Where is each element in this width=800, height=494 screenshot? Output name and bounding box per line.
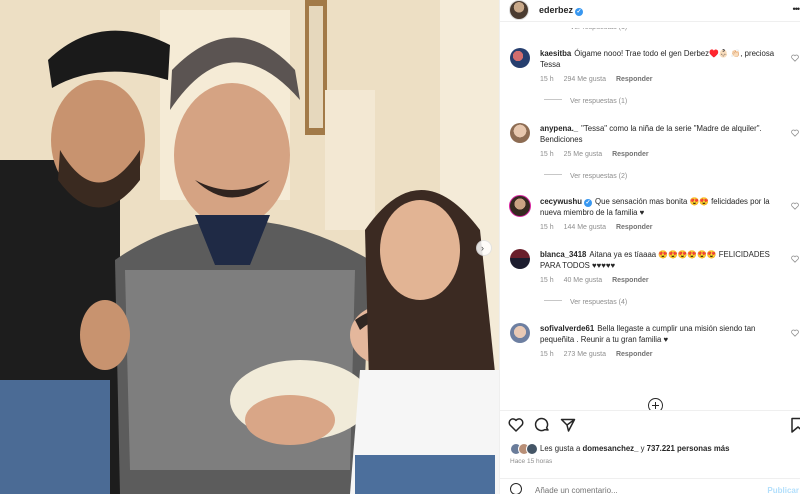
- author-avatar[interactable]: [509, 0, 529, 20]
- avatar[interactable]: [510, 323, 530, 343]
- share-icon[interactable]: [560, 417, 576, 433]
- more-icon[interactable]: •••: [793, 4, 800, 14]
- avatar[interactable]: [510, 249, 530, 269]
- verified-icon: ✓: [584, 199, 593, 207]
- reply-button[interactable]: Responder: [616, 224, 653, 231]
- comment-likes[interactable]: 273 Me gusta: [564, 351, 606, 358]
- family-photo-illustration: [0, 0, 499, 494]
- post-comment-button[interactable]: Publicar: [767, 486, 799, 494]
- liker-avatar: [526, 443, 538, 455]
- comment-likes[interactable]: 144 Me gusta: [564, 224, 606, 231]
- add-icon[interactable]: [648, 398, 663, 410]
- view-replies-link[interactable]: Ver respuestas (2): [544, 173, 627, 180]
- comment-likes[interactable]: 25 Me gusta: [564, 151, 603, 158]
- comment-username[interactable]: anypena._: [540, 124, 578, 133]
- view-replies-link[interactable]: Ver respuestas (1): [544, 98, 627, 105]
- reply-button[interactable]: Responder: [616, 76, 653, 83]
- likes-summary[interactable]: Les gusta a domesanchez_ y 737.221 perso…: [508, 440, 798, 458]
- avatar[interactable]: [509, 195, 531, 217]
- likes-prefix: Les gusta a: [540, 444, 581, 453]
- post-side-panel: ederbez ✓ ••• Ver respuestas (1) kaesitba…: [499, 0, 800, 494]
- likes-count[interactable]: 737.221 personas más: [647, 444, 730, 453]
- chevron-right-icon: ›: [481, 243, 484, 253]
- like-comment-icon[interactable]: [791, 255, 799, 263]
- post-header: ederbez ✓ •••: [500, 0, 800, 22]
- like-comment-icon[interactable]: [791, 54, 799, 62]
- like-comment-icon[interactable]: [791, 329, 799, 337]
- reply-button[interactable]: Responder: [612, 151, 649, 158]
- liker-username[interactable]: domesanchez_: [583, 444, 639, 453]
- comment-time: 15 h: [540, 151, 554, 158]
- comment-username[interactable]: kaesitba: [540, 49, 571, 58]
- comment-username[interactable]: cecywushu ✓: [540, 197, 593, 207]
- reply-button[interactable]: Responder: [616, 351, 653, 358]
- comment-icon[interactable]: [534, 417, 550, 433]
- avatar[interactable]: [510, 123, 530, 143]
- reply-button[interactable]: Responder: [612, 277, 649, 284]
- comment-time: 15 h: [540, 224, 554, 231]
- comment-username[interactable]: blanca_3418: [540, 250, 586, 259]
- carousel-next-button[interactable]: ›: [476, 240, 492, 256]
- comment-time: 15 h: [540, 76, 554, 83]
- like-comment-icon[interactable]: [791, 202, 799, 210]
- likes-joiner: y: [640, 444, 645, 453]
- like-comment-icon[interactable]: [791, 129, 799, 137]
- comment-input[interactable]: [535, 486, 715, 494]
- comment-time: 15 h: [540, 351, 554, 358]
- view-replies-link[interactable]: Ver respuestas (4): [544, 299, 627, 306]
- emoji-icon[interactable]: [510, 483, 522, 494]
- post-actions: [500, 410, 800, 438]
- comment-username[interactable]: sofivalverde61: [540, 324, 594, 333]
- add-comment-bar: Publicar: [500, 478, 800, 494]
- save-icon[interactable]: [790, 417, 800, 433]
- view-replies-link[interactable]: Ver respuestas (1): [544, 28, 627, 31]
- comment-text: Óigame nooo! Trae todo el gen Derbez♥‍👶🏻…: [540, 49, 775, 69]
- avatar[interactable]: [510, 48, 530, 68]
- comment-time: 15 h: [540, 277, 554, 284]
- post-photo[interactable]: ›: [0, 0, 499, 494]
- comment-likes[interactable]: 40 Me gusta: [564, 277, 603, 284]
- comments-list[interactable]: Ver respuestas (1) kaesitba Óigame nooo! …: [500, 22, 800, 410]
- author-username[interactable]: ederbez ✓: [539, 5, 584, 16]
- verified-icon: ✓: [575, 8, 584, 16]
- post-time[interactable]: Hace 15 horas: [510, 458, 552, 465]
- comment-likes[interactable]: 294 Me gusta: [564, 76, 606, 83]
- like-icon[interactable]: [508, 417, 524, 433]
